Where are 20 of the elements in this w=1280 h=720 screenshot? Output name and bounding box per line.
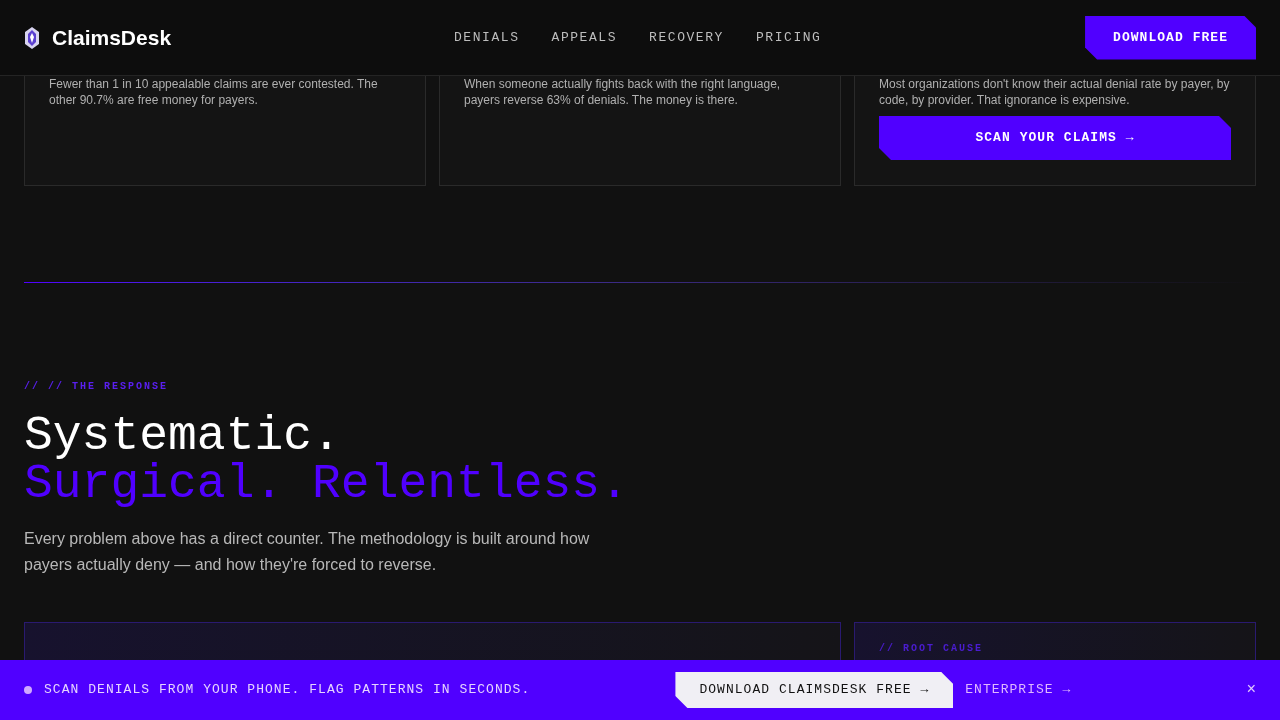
card-text: When someone actually fights back with the right language, payers reverse 63% of denials. The money is there. bbox=[464, 76, 782, 108]
download-button[interactable]: DOWNLOAD FREE bbox=[1085, 15, 1256, 60]
scan-claims-button[interactable]: SCAN YOUR CLAIMS → bbox=[879, 116, 1231, 160]
card-text: Most organizations don't know their actual denial rate by payer, by code, by provider. That ignorance is expensive. bbox=[879, 76, 1231, 108]
enterprise-link[interactable]: ENTERPRISE → bbox=[965, 680, 1072, 700]
brand-name: ClaimsDesk bbox=[52, 24, 172, 51]
section-eyebrow: // // THE RESPONSE bbox=[24, 380, 170, 394]
card-eyebrow: // ROOT CAUSE bbox=[879, 643, 983, 655]
close-button[interactable]: × bbox=[1246, 678, 1256, 702]
banner-message: SCAN DENIALS FROM YOUR PHONE. FLAG PATTERNS IN SECONDS. bbox=[44, 681, 531, 700]
nav-link[interactable]: RECOVERY bbox=[649, 27, 724, 48]
section-description: Every problem above has a direct counter. The methodology is built around how payers actually deny — and how they're forced to reverse. bbox=[24, 529, 591, 575]
card-text: Fewer than 1 in 10 appealable claims are ever contested. The other 90.7% are free money for payers. bbox=[49, 76, 379, 108]
nav-link[interactable]: APPEALS bbox=[551, 27, 618, 48]
crystal-logo-icon bbox=[24, 26, 40, 49]
heading-line: Systematic. bbox=[24, 412, 341, 460]
download-claimsdesk-button[interactable]: DOWNLOAD CLAIMSDESK FREE → bbox=[675, 672, 954, 708]
nav-link[interactable]: PRICING bbox=[755, 27, 822, 48]
heading-accent-line: Surgical. Relentless. bbox=[24, 460, 629, 508]
nav-link[interactable]: DENIALS bbox=[454, 27, 520, 48]
